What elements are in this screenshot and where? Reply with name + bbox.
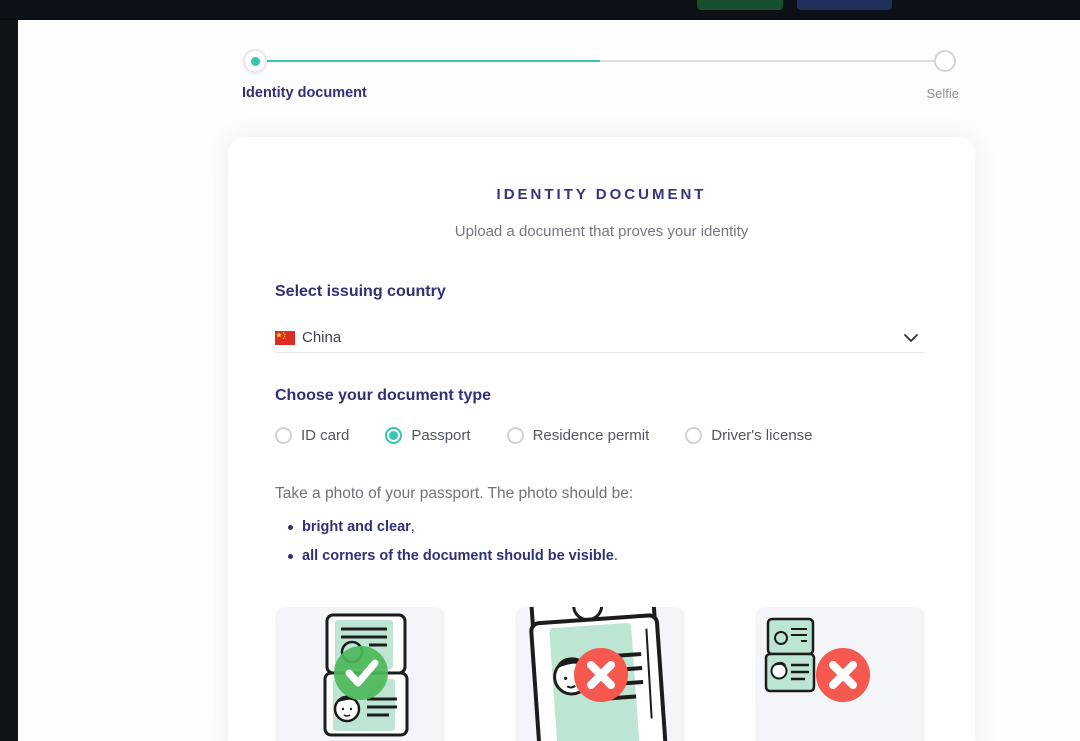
step-identity-document-circle xyxy=(243,49,267,73)
radio-circle-icon xyxy=(275,427,292,444)
photo-instructions-intro: Take a photo of your passport. The photo… xyxy=(275,485,633,503)
country-select[interactable]: China xyxy=(275,323,925,353)
example-good-photo xyxy=(275,607,445,741)
doctype-section-label: Choose your document type xyxy=(275,387,491,405)
selected-country-label: China xyxy=(302,329,341,346)
identity-document-card: IDENTITY DOCUMENT Upload a document that… xyxy=(228,137,975,741)
check-circle-icon xyxy=(334,646,388,700)
radio-drivers-license[interactable]: Driver's license xyxy=(685,427,812,444)
bullet-suffix: , xyxy=(411,519,415,535)
bullet-text: all corners of the document should be vi… xyxy=(302,548,614,564)
country-section-label: Select issuing country xyxy=(275,283,446,301)
good-passport-illustration xyxy=(275,607,445,741)
bullet-text: bright and clear xyxy=(302,519,411,535)
radio-circle-icon xyxy=(685,427,702,444)
too-far-passport-illustration xyxy=(755,607,925,741)
bullet-dot-icon xyxy=(288,554,293,559)
radio-passport[interactable]: Passport xyxy=(385,427,470,444)
kyc-page: Identity document Selfie IDENTITY DOCUME… xyxy=(0,0,1080,741)
radio-circle-icon xyxy=(507,427,524,444)
green-chrome-button[interactable] xyxy=(697,0,783,10)
active-step-dot-icon xyxy=(251,57,260,66)
radio-circle-selected-icon xyxy=(385,427,402,444)
card-title: IDENTITY DOCUMENT xyxy=(228,186,975,203)
instruction-bullet: bright and clear , xyxy=(275,519,415,535)
step-selfie-circle xyxy=(934,50,956,72)
radio-residence-permit[interactable]: Residence permit xyxy=(507,427,650,444)
step-label-identity-document: Identity document xyxy=(242,85,367,101)
radio-label: ID card xyxy=(301,427,349,444)
radio-label: Driver's license xyxy=(711,427,812,444)
example-too-far xyxy=(755,607,925,741)
blue-chrome-button[interactable] xyxy=(797,0,892,10)
bullet-suffix: . xyxy=(614,548,618,564)
top-chrome-bar xyxy=(0,0,1080,20)
card-subtitle: Upload a document that proves your ident… xyxy=(228,223,975,240)
step-label-selfie: Selfie xyxy=(860,86,959,101)
radio-label: Passport xyxy=(411,427,470,444)
radio-id-card[interactable]: ID card xyxy=(275,427,349,444)
example-photos-row xyxy=(275,607,925,741)
china-flag-icon xyxy=(275,331,295,345)
example-too-close xyxy=(515,607,685,741)
bullet-dot-icon xyxy=(288,525,293,530)
doctype-radio-group: ID card Passport Residence permit Driver… xyxy=(275,427,813,444)
chevron-down-icon xyxy=(903,333,919,343)
radio-label: Residence permit xyxy=(533,427,650,444)
left-dark-strip xyxy=(0,20,18,741)
stepper-progress xyxy=(255,60,600,62)
too-close-passport-illustration xyxy=(515,607,685,741)
instruction-bullet: all corners of the document should be vi… xyxy=(275,548,618,564)
